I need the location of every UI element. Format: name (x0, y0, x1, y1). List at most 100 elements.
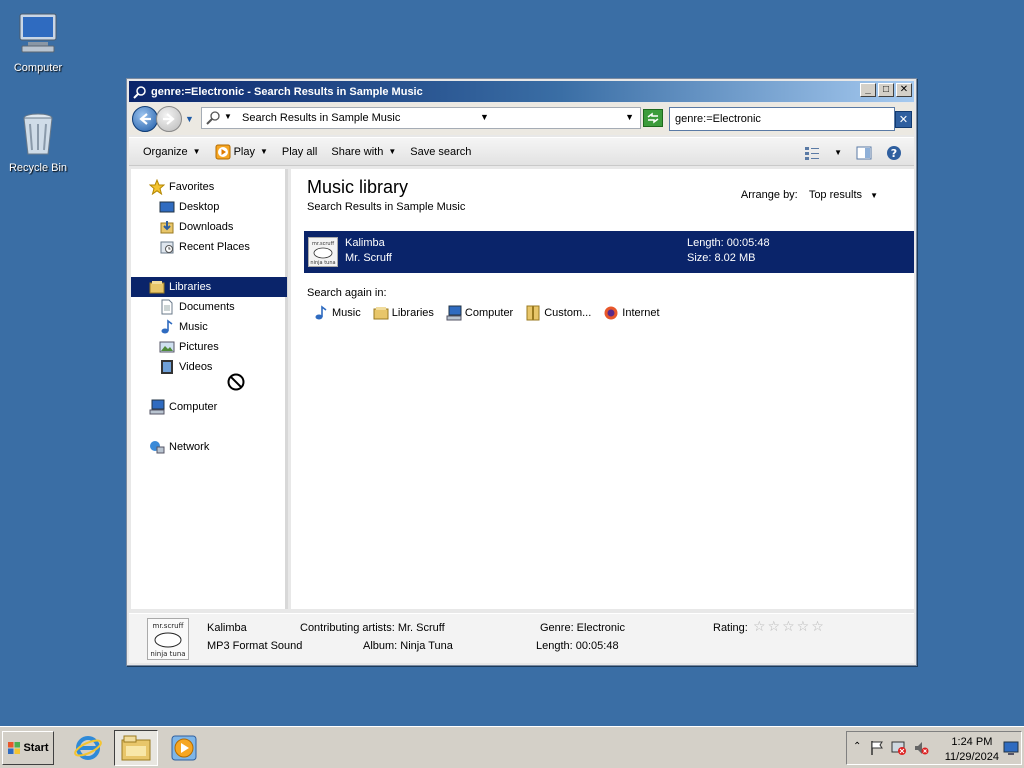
nav-label: Network (169, 441, 210, 453)
nav-item-libraries[interactable]: Libraries (131, 277, 287, 297)
help-button[interactable]: ? (880, 142, 908, 164)
search-again-label-internet: Internet (622, 307, 660, 319)
nav-item-downloads[interactable]: Downloads (159, 217, 233, 237)
internet-icon (603, 305, 619, 321)
network-status-icon[interactable] (891, 740, 907, 756)
organize-label: Organize (143, 145, 188, 158)
chevron-down-icon: ▼ (192, 147, 201, 156)
taskbar-media-player[interactable] (162, 730, 206, 766)
action-center-flag-icon[interactable] (869, 740, 885, 756)
desktop-icon (159, 199, 175, 215)
details-length: Length: 00:05:48 (536, 640, 619, 652)
help-icon: ? (887, 145, 901, 160)
chevron-down-icon[interactable]: ▼ (480, 112, 489, 122)
address-field[interactable]: ▼ Search Results in Sample Music ▼ ▼ (201, 107, 641, 129)
search-again-label-libraries: Libraries (391, 307, 434, 319)
search-again-computer[interactable]: Computer (446, 305, 513, 321)
maximize-button[interactable]: □ (878, 83, 894, 97)
search-result-item[interactable]: mr.scruff ninja tuna Kalimba Mr. Scruff … (304, 231, 914, 273)
play-label: Play (233, 145, 255, 158)
nav-item-pictures[interactable]: Pictures (159, 337, 219, 357)
clock-time: 1:24 PM (951, 736, 993, 748)
nav-item-documents[interactable]: Documents (159, 297, 235, 317)
search-input-value: genre:=Electronic (675, 113, 761, 125)
nav-item-music[interactable]: Music (159, 317, 208, 337)
details-pane: mr.scruff ninja tuna Kalimba MP3 Format … (129, 613, 914, 663)
details-rating-label: Rating: (713, 622, 748, 634)
refresh-button[interactable] (643, 109, 663, 127)
close-icon: ✕ (898, 114, 909, 126)
show-hidden-icons-button[interactable]: ⌃ (853, 741, 861, 752)
search-again-libraries[interactable]: Libraries (373, 305, 434, 321)
start-button[interactable]: Start (2, 731, 54, 765)
result-size: Size: 8.02 MB (687, 252, 756, 264)
search-again-music[interactable]: Music (313, 305, 361, 321)
internet-explorer-icon (74, 736, 102, 760)
pictures-icon (159, 339, 175, 355)
preview-pane-button[interactable] (850, 142, 878, 164)
rating-stars[interactable]: ☆☆☆☆☆ (753, 618, 826, 635)
organize-button[interactable]: Organize ▼ (137, 141, 207, 163)
nav-item-videos[interactable]: Videos (159, 357, 212, 377)
nav-item-favorites[interactable]: Favorites (149, 177, 214, 197)
recent-pages-dropdown[interactable]: ▼ (185, 114, 194, 124)
volume-muted-icon[interactable] (913, 740, 929, 756)
change-view-button[interactable]: ▼ (798, 142, 848, 164)
save-search-label: Save search (410, 145, 472, 158)
desktop-icon-computer[interactable]: Computer (0, 10, 78, 74)
chevron-down-icon[interactable]: ▼ (625, 112, 634, 122)
play-all-button[interactable]: Play all (276, 141, 323, 163)
share-with-button[interactable]: Share with ▼ (325, 141, 402, 163)
play-button[interactable]: Play ▼ (209, 141, 274, 163)
nav-item-computer[interactable]: Computer (149, 397, 217, 417)
back-button[interactable] (132, 106, 158, 132)
content-pane: Music library Search Results in Sample M… (291, 169, 914, 609)
search-again-internet[interactable]: Internet (603, 305, 660, 321)
minimize-button[interactable]: _ (860, 83, 876, 97)
details-name: Kalimba (207, 622, 247, 634)
chevron-down-icon: ▼ (870, 191, 878, 200)
save-search-button[interactable]: Save search (404, 141, 477, 163)
music-note-icon (313, 305, 329, 321)
taskbar-windows-explorer[interactable] (114, 730, 158, 766)
desktop-icon-recycle-bin[interactable]: Recycle Bin (0, 110, 78, 174)
recycle-bin-icon (14, 110, 62, 158)
breadcrumb[interactable]: Search Results in Sample Music (242, 112, 400, 124)
chevron-down-icon: ▼ (259, 147, 268, 156)
nav-item-network[interactable]: Network (149, 437, 209, 457)
chevron-down-icon[interactable]: ▼ (224, 112, 232, 121)
clear-search-button[interactable]: ✕ (895, 111, 912, 128)
show-desktop-icon[interactable] (1003, 740, 1019, 756)
close-button[interactable]: ✕ (896, 83, 912, 97)
nav-label: Desktop (179, 201, 220, 213)
refresh-icon (647, 112, 659, 124)
svg-text:ninja tuna: ninja tuna (310, 260, 335, 266)
videos-icon (159, 359, 175, 375)
computer-icon (446, 305, 462, 321)
nav-item-desktop[interactable]: Desktop (159, 197, 219, 217)
svg-text:?: ? (891, 147, 897, 160)
computer-icon (14, 10, 62, 58)
arrange-by: Arrange by: Top results ▼ (741, 189, 878, 201)
title-bar[interactable]: genre:=Electronic - Search Results in Sa… (129, 81, 914, 102)
search-again-label-computer: Computer (464, 307, 514, 319)
search-icon (206, 111, 220, 125)
svg-text:mr.scruff: mr.scruff (153, 622, 184, 630)
chevron-down-icon[interactable]: ▼ (834, 148, 842, 157)
nav-label: Videos (179, 361, 213, 373)
preview-pane-icon (856, 146, 872, 159)
clock[interactable]: 1:24 PM 11/29/2024 (945, 735, 999, 765)
search-input[interactable]: genre:=Electronic (669, 107, 895, 131)
details-contributing-artists: Contributing artists: Mr. Scruff (300, 622, 445, 634)
search-icon (133, 85, 146, 99)
details-type: MP3 Format Sound (207, 640, 303, 652)
nav-label: Downloads (179, 221, 234, 233)
taskbar-internet-explorer[interactable] (66, 730, 110, 766)
address-bar: ▼ ▼ Search Results in Sample Music ▼ ▼ g… (129, 103, 914, 135)
forward-button[interactable] (156, 106, 182, 132)
nav-item-recent-places[interactable]: Recent Places (159, 237, 250, 257)
arrange-by-dropdown[interactable]: Top results ▼ (809, 189, 878, 201)
clock-date: 11/29/2024 (944, 751, 999, 763)
window-controls: _ □ ✕ (860, 83, 912, 97)
search-again-custom[interactable]: Custom... (525, 305, 591, 321)
